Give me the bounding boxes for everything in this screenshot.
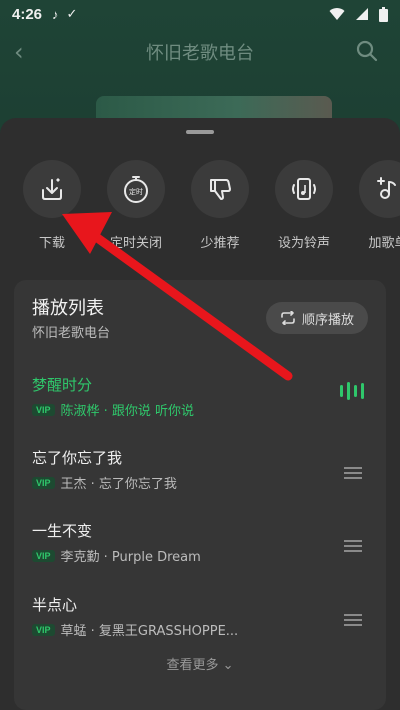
play-mode-label: 顺序播放 [301, 312, 354, 328]
song-artist-album: 陈淑桦 · 跟你说 听你说 [60, 404, 195, 419]
playlist-song-row[interactable]: 忘了你忘了我 VIP 王杰 · 忘了你忘了我 [14, 447, 386, 507]
vip-badge: VIP [32, 403, 55, 416]
add-to-playlist-action-label: 加歌单 [368, 236, 400, 251]
drag-handle-icon[interactable] [344, 467, 362, 479]
check-icon: ✓ [66, 6, 78, 21]
download-icon [42, 178, 62, 200]
set-ringtone-action[interactable]: 设为铃声 [262, 160, 346, 251]
playlist-song-row[interactable]: 一生不变 VIP 李克勤 · Purple Dream [14, 520, 386, 580]
play-mode-button[interactable]: 顺序播放 [265, 302, 368, 334]
background-header: ‹ 怀旧老歌电台 [0, 34, 400, 70]
song-title: 忘了你忘了我 [32, 449, 123, 467]
song-meta: VIP 草蜢 · 复黑王GRASSHOPPE... [32, 620, 238, 639]
download-action-label: 下载 [38, 236, 65, 251]
song-title: 梦醒时分 [32, 376, 93, 394]
view-more-link[interactable]: 查看更多 ⌄ [14, 654, 386, 673]
add-to-playlist-icon [377, 177, 396, 199]
song-artist-album: 草蜢 · 复黑王GRASSHOPPE... [60, 624, 239, 639]
wifi-icon [329, 8, 345, 20]
status-icons [329, 6, 388, 22]
chevron-down-icon: ⌄ [222, 658, 234, 673]
song-artist-album: 李克勤 · Purple Dream [60, 550, 201, 565]
set-ringtone-action-circle[interactable] [275, 160, 333, 218]
action-row: 下载 定时 定时关闭 少推荐 设为铃声 加歌 [0, 160, 400, 252]
less-recommend-action-label: 少推荐 [200, 236, 240, 251]
drag-handle-icon[interactable] [344, 540, 362, 552]
add-to-playlist-action[interactable]: 加歌单 [346, 160, 400, 251]
song-title: 半点心 [32, 596, 78, 614]
playlist-title: 播放列表 [32, 298, 104, 319]
now-playing-bars-icon [340, 382, 364, 400]
timer-icon: 定时 [124, 176, 148, 203]
signal-icon [356, 8, 368, 20]
action-bottom-sheet: 下载 定时 定时关闭 少推荐 设为铃声 加歌 播放列表 怀旧老歌电台 顺序播放 … [0, 118, 400, 710]
add-to-playlist-action-circle[interactable] [359, 160, 400, 218]
less-recommend-action[interactable]: 少推荐 [178, 160, 262, 251]
background-page-title: 怀旧老歌电台 [146, 43, 254, 64]
status-bar: 4:26 ♪ ✓ [0, 0, 400, 28]
sheet-drag-handle[interactable] [186, 130, 214, 134]
thumbs-down-icon [210, 179, 231, 200]
vip-badge: VIP [32, 623, 55, 636]
song-title: 一生不变 [32, 522, 93, 540]
battery-icon [379, 6, 388, 22]
music-note-icon: ♪ [52, 6, 59, 22]
search-icon[interactable] [356, 40, 378, 62]
playlist-card: 播放列表 怀旧老歌电台 顺序播放 梦醒时分 VIP 陈淑桦 · 跟你说 听你说 … [14, 280, 386, 710]
song-meta: VIP 王杰 · 忘了你忘了我 [32, 473, 177, 492]
playlist-song-row[interactable]: 梦醒时分 VIP 陈淑桦 · 跟你说 听你说 [14, 374, 386, 434]
song-artist-album: 王杰 · 忘了你忘了我 [60, 477, 177, 492]
set-ringtone-action-label: 设为铃声 [277, 236, 330, 251]
download-action[interactable]: 下载 [10, 160, 94, 251]
download-action-circle[interactable] [23, 160, 81, 218]
chevron-left-icon[interactable]: ‹ [14, 38, 24, 66]
vip-badge: VIP [32, 476, 55, 489]
playlist-song-row[interactable]: 半点心 VIP 草蜢 · 复黑王GRASSHOPPE... [14, 594, 386, 654]
status-time: 4:26 [12, 5, 43, 23]
timer-action-circle[interactable]: 定时 [107, 160, 165, 218]
drag-handle-icon[interactable] [344, 614, 362, 626]
song-meta: VIP 陈淑桦 · 跟你说 听你说 [32, 400, 194, 419]
timer-action-label: 定时关闭 [109, 236, 162, 251]
timer-icon-text: 定时 [129, 187, 143, 196]
view-more-label: 查看更多 [166, 658, 219, 673]
vip-badge: VIP [32, 549, 55, 562]
song-meta: VIP 李克勤 · Purple Dream [32, 546, 201, 565]
timer-action[interactable]: 定时 定时关闭 [94, 160, 178, 251]
repeat-icon [281, 311, 295, 325]
ringtone-icon [292, 178, 316, 200]
less-recommend-action-circle[interactable] [191, 160, 249, 218]
playlist-subtitle: 怀旧老歌电台 [32, 326, 111, 341]
